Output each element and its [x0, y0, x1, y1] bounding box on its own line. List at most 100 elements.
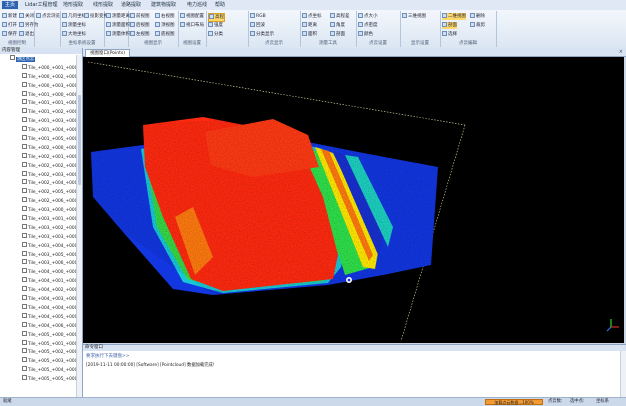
menu-tab[interactable]: 电力巡线	[184, 1, 210, 9]
menu-tab[interactable]: Lidar工程管理	[22, 1, 60, 9]
tree-node[interactable]: Tile_+004_+000_+000	[0, 268, 76, 277]
ribbon-button[interactable]: 视口布局	[180, 22, 204, 29]
checkbox-icon[interactable]	[22, 117, 27, 123]
tab-viewport[interactable]: 视图窗口(Points)	[85, 49, 131, 57]
checkbox-icon[interactable]	[22, 179, 27, 185]
checkbox-icon[interactable]	[22, 108, 27, 114]
tree-node[interactable]: Tile_+002_+005_+000	[0, 188, 76, 197]
ribbon-button[interactable]: 裁剪	[470, 22, 485, 29]
checkbox-icon[interactable]	[22, 188, 27, 194]
tree-node[interactable]: Tile_+001_+000_+000	[0, 90, 76, 100]
tree-node[interactable]: Tile_+004_+006_+000	[0, 321, 76, 331]
checkbox-icon[interactable]	[22, 348, 27, 354]
console-prompt[interactable]: 要求执行下去键盘>>	[86, 353, 130, 359]
menu-tab[interactable]: 道路提取	[118, 1, 144, 9]
ribbon-button[interactable]: 前视图	[130, 13, 150, 20]
tree-node[interactable]: Tile_+000_+001_+000	[0, 63, 76, 73]
ribbon-button[interactable]: 打开	[2, 22, 17, 29]
ribbon-button[interactable]: 剖面	[330, 31, 345, 38]
ribbon-button[interactable]: 选择	[442, 31, 457, 38]
checkbox-icon[interactable]	[22, 241, 27, 247]
checkbox-icon[interactable]	[22, 295, 27, 301]
tree-node[interactable]: Tile_+001_+005_+000	[0, 135, 76, 144]
checkbox-icon[interactable]	[22, 339, 27, 345]
tree-node[interactable]: Tile_+005_+005_+000	[0, 375, 76, 384]
ribbon-button[interactable]: 点坐标	[302, 13, 322, 20]
ribbon-button[interactable]: 强度	[208, 22, 223, 29]
ribbon-button[interactable]: 三维视图	[402, 13, 426, 20]
menu-tab[interactable]: 主页	[2, 1, 19, 9]
tree-node[interactable]: Tile_+004_+002_+000	[0, 286, 76, 295]
ribbon-button[interactable]: 颜色	[358, 31, 373, 38]
ribbon-button[interactable]: 二维视图	[442, 13, 466, 20]
ribbon-button[interactable]: 关闭	[19, 13, 34, 20]
tree-node[interactable]: Tile_+003_+003_+000	[0, 232, 76, 242]
ribbon-button[interactable]: 退出	[19, 31, 34, 38]
checkbox-icon[interactable]	[22, 197, 27, 203]
tree-root[interactable]: 测区点云	[0, 55, 76, 64]
ribbon-button[interactable]: 点密度	[358, 22, 378, 29]
tree-node[interactable]: Tile_+003_+004_+000	[0, 241, 76, 251]
checkbox-icon[interactable]	[22, 143, 27, 149]
ribbon-button[interactable]: 回波	[250, 22, 265, 29]
tree-node[interactable]: Tile_+001_+001_+000	[0, 99, 76, 108]
checkbox-icon[interactable]	[22, 126, 27, 132]
tree-node[interactable]: Tile_+004_+005_+000	[0, 312, 76, 322]
ribbon-button[interactable]: 底视图	[155, 31, 175, 38]
layer-tree[interactable]: 测区点云 Tile_+000_+001_+000 Tile_+000_+002_+0…	[0, 55, 76, 397]
tree-node[interactable]: Tile_+005_+003_+000	[0, 357, 76, 366]
ribbon-button[interactable]: 测量距离	[106, 13, 130, 20]
ribbon-button[interactable]: 分类	[208, 31, 223, 38]
tree-node[interactable]: Tile_+001_+004_+000	[0, 126, 76, 135]
ribbon-button[interactable]: 测量体积	[106, 31, 130, 38]
tree-node[interactable]: Tile_+003_+006_+000	[0, 259, 76, 268]
checkbox-icon[interactable]	[22, 161, 27, 167]
tree-node[interactable]: Tile_+002_+000_+000	[0, 143, 76, 153]
checkbox-icon[interactable]	[10, 55, 15, 60]
ribbon-button[interactable]: 分类显示	[250, 31, 274, 38]
checkbox-icon[interactable]	[22, 259, 27, 265]
checkbox-icon[interactable]	[22, 357, 27, 363]
tree-node[interactable]: Tile_+000_+002_+000	[0, 72, 76, 82]
checkbox-icon[interactable]	[22, 375, 27, 381]
checkbox-icon[interactable]	[22, 81, 27, 87]
tree-node[interactable]: Tile_+001_+002_+000	[0, 108, 76, 117]
checkbox-icon[interactable]	[22, 135, 27, 141]
checkbox-icon[interactable]	[22, 206, 27, 212]
checkbox-icon[interactable]	[22, 99, 27, 105]
tree-node[interactable]: Tile_+005_+002_+000	[0, 348, 76, 357]
ribbon-button[interactable]: 几何坐标	[62, 13, 86, 20]
checkbox-icon[interactable]	[22, 286, 27, 292]
point-cloud-viewport[interactable]	[83, 57, 624, 343]
tree-scrollbar[interactable]	[76, 55, 82, 397]
checkbox-icon[interactable]	[22, 72, 27, 78]
tree-node[interactable]: Tile_+003_+001_+000	[0, 215, 76, 224]
ribbon-button[interactable]: 视图配置	[180, 13, 204, 20]
menu-tab[interactable]: 帮助	[212, 1, 228, 9]
checkbox-icon[interactable]	[22, 277, 27, 283]
tree-node[interactable]: Tile_+001_+003_+000	[0, 117, 76, 126]
checkbox-icon[interactable]	[22, 312, 27, 318]
checkbox-icon[interactable]	[22, 366, 27, 372]
tree-node[interactable]: Tile_+002_+004_+000	[0, 179, 76, 188]
ribbon-button[interactable]: 右视图	[155, 13, 175, 20]
ribbon-button[interactable]: 高程	[208, 13, 225, 22]
ribbon-button[interactable]: 大地坐标	[62, 31, 86, 38]
ribbon-button[interactable]: 点云浏览	[36, 13, 60, 20]
tree-node[interactable]: Tile_+003_+002_+000	[0, 223, 76, 233]
tree-node[interactable]: Tile_+002_+003_+000	[0, 170, 76, 180]
ribbon-button[interactable]: 面积	[302, 31, 317, 38]
tree-node[interactable]: Tile_+004_+003_+000	[0, 295, 76, 304]
ribbon-button[interactable]: 点大小	[358, 13, 378, 20]
ribbon-button[interactable]: RGB	[250, 13, 266, 20]
tree-node[interactable]: Tile_+004_+004_+000	[0, 303, 76, 313]
checkbox-icon[interactable]	[22, 232, 27, 238]
ribbon-button[interactable]: 后视图	[130, 22, 150, 29]
ribbon-button[interactable]: 角度	[330, 22, 345, 29]
checkbox-icon[interactable]	[22, 268, 27, 274]
tree-node[interactable]: Tile_+005_+000_+000	[0, 330, 76, 340]
checkbox-icon[interactable]	[22, 63, 27, 69]
ribbon-button[interactable]: 测量面积	[106, 22, 130, 29]
ribbon-button[interactable]: 高程差	[330, 13, 350, 20]
tree-node[interactable]: Tile_+000_+003_+000	[0, 81, 76, 91]
